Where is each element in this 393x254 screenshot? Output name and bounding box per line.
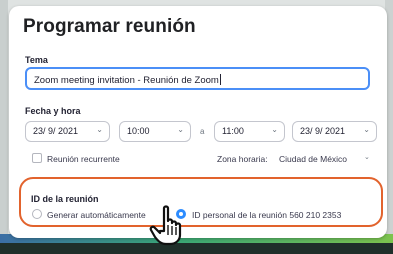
personal-id-label: ID personal de la reunión 560 210 2353 xyxy=(192,210,342,220)
dialog-title: Programar reunión xyxy=(23,16,196,37)
background-left xyxy=(0,0,8,254)
start-date-value: 23/ 9/ 2021 xyxy=(33,126,79,136)
datetime-label: Fecha y hora xyxy=(25,106,81,116)
hand-pointer-cursor-icon xyxy=(149,205,182,246)
meeting-id-label: ID de la reunión xyxy=(31,194,99,204)
start-date-select[interactable]: 23/ 9/ 2021 ⌄ xyxy=(25,121,110,142)
start-time-value: 10:00 xyxy=(127,126,150,136)
timezone-select[interactable]: Ciudad de México xyxy=(279,154,347,164)
end-time-value: 11:00 xyxy=(222,126,244,136)
start-time-select[interactable]: 10:00 ⌄ xyxy=(119,121,191,142)
time-range-separator: a xyxy=(200,127,205,136)
topic-label: Tema xyxy=(25,55,48,65)
chevron-down-icon[interactable]: ⌄ xyxy=(364,153,370,161)
background-taskbar xyxy=(0,243,393,254)
chevron-down-icon: ⌄ xyxy=(96,125,103,134)
recurring-label: Reunión recurrente xyxy=(47,154,120,164)
end-date-select[interactable]: 23/ 9/ 2021 ⌄ xyxy=(292,121,377,142)
auto-generate-label: Generar automáticamente xyxy=(47,210,146,220)
end-time-select[interactable]: 11:00 ⌄ xyxy=(214,121,285,142)
chevron-down-icon: ⌄ xyxy=(177,125,184,134)
chevron-down-icon: ⌄ xyxy=(271,125,278,134)
recurring-checkbox[interactable] xyxy=(32,153,42,163)
text-caret xyxy=(219,74,221,85)
end-date-value: 23/ 9/ 2021 xyxy=(300,126,346,136)
auto-generate-radio[interactable] xyxy=(32,209,42,219)
topic-input[interactable]: Zoom meeting invitation - Reunión de Zoo… xyxy=(25,67,370,90)
chevron-down-icon: ⌄ xyxy=(363,125,370,134)
topic-input-value: Zoom meeting invitation - Reunión de Zoo… xyxy=(34,75,219,86)
timezone-label: Zona horaria: xyxy=(217,154,268,164)
